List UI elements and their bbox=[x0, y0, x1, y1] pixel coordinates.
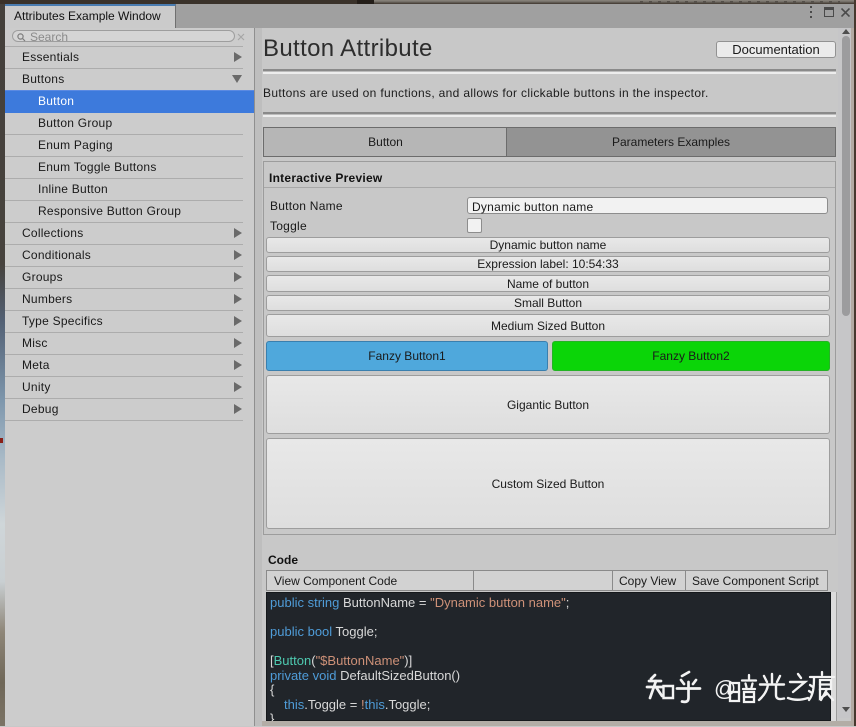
svg-text:@: @ bbox=[714, 676, 736, 701]
